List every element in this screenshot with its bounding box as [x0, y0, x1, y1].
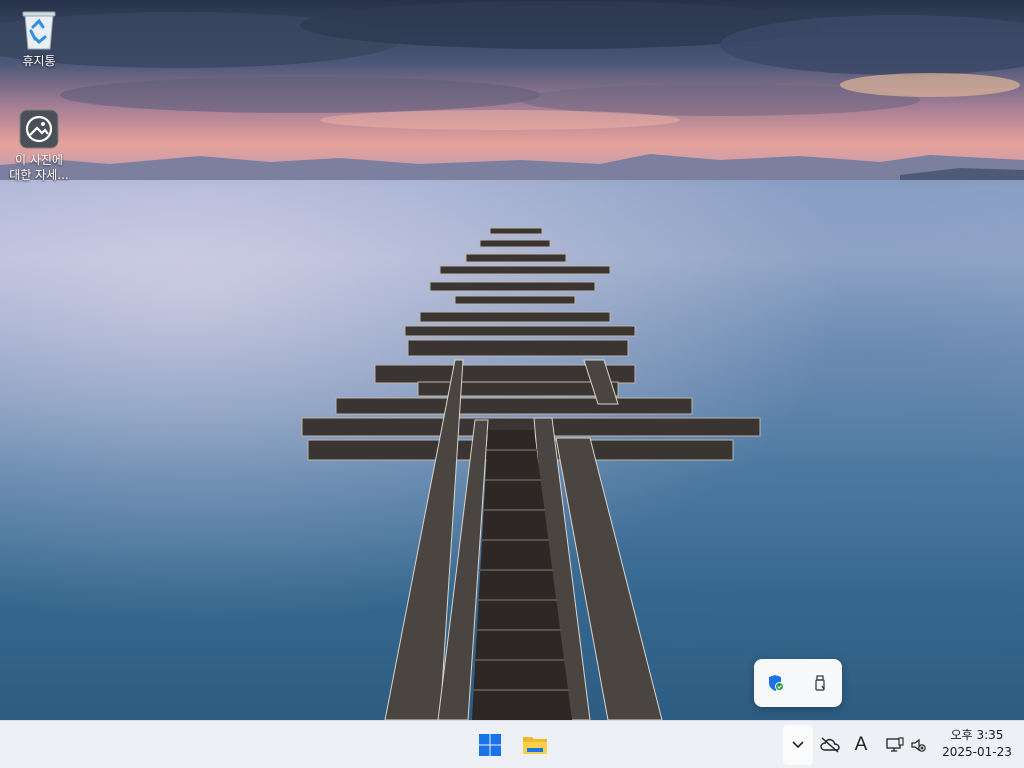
network-volume-button[interactable] [880, 725, 932, 765]
show-hidden-icons-button[interactable] [783, 725, 813, 765]
usb-device-icon[interactable] [805, 668, 835, 698]
volume-muted-icon [911, 738, 926, 752]
taskbar-clock[interactable]: 오후 3:35 2025-01-23 [936, 727, 1018, 761]
file-explorer-button[interactable] [515, 725, 555, 765]
wallpaper-pier [301, 227, 761, 720]
photo-info-icon [19, 107, 59, 151]
desktop-icon-photo-info[interactable]: 이 사진에 대한 자세... [0, 107, 78, 183]
file-explorer-icon [523, 737, 547, 754]
desktop-icon-recycle-bin[interactable]: 휴지통 [0, 8, 78, 69]
desktop [0, 0, 1024, 720]
desktop-icon-label: 이 사진에 대한 자세... [9, 153, 69, 182]
clock-date: 2025-01-23 [942, 745, 1012, 759]
start-windows-icon [479, 734, 501, 756]
windows-security-icon[interactable] [761, 668, 791, 698]
cloud-off-icon [820, 737, 840, 753]
input-indicator[interactable]: A [847, 725, 875, 765]
tray-overflow-flyout [754, 659, 842, 707]
taskbar: A 오후 3:35 2025-01-23 [0, 720, 1024, 768]
chevron-up-icon [792, 741, 804, 749]
start-button[interactable] [470, 725, 510, 765]
network-icon [886, 737, 904, 752]
onedrive-status[interactable] [815, 725, 845, 765]
recycle-bin-icon [19, 8, 59, 52]
clock-time: 오후 3:35 [950, 728, 1004, 742]
ime-label: A [854, 734, 868, 755]
desktop-icon-label: 휴지통 [22, 54, 56, 68]
